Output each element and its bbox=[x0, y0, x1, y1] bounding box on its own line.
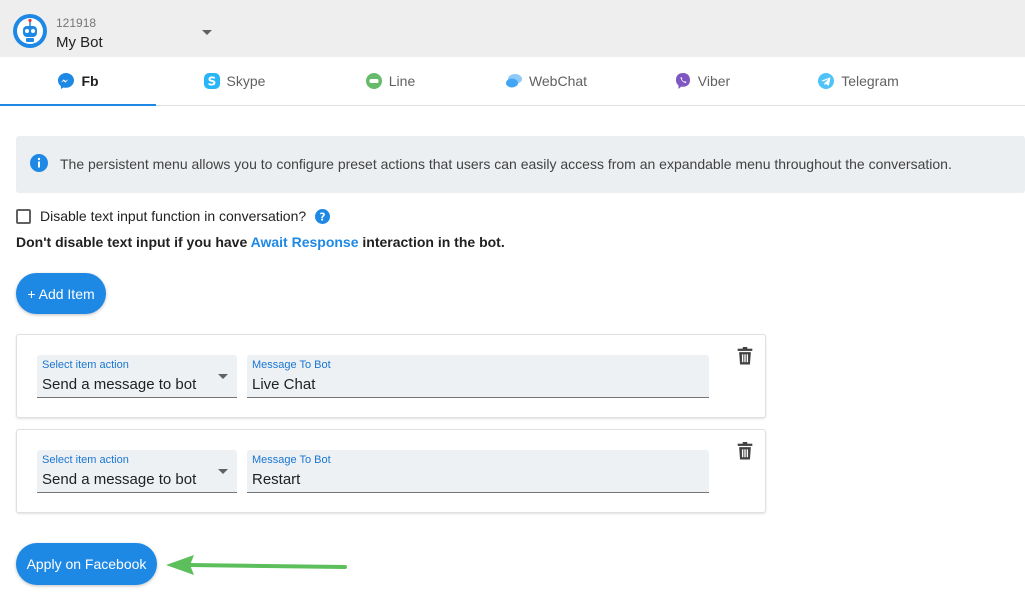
await-response-link[interactable]: Await Response bbox=[251, 234, 359, 250]
disable-input-checkbox[interactable] bbox=[16, 208, 31, 224]
persistent-menu-page: 121918 My Bot Fb S Skype Line WebChat Vi… bbox=[0, 0, 1025, 595]
disable-input-row: Disable text input function in conversat… bbox=[16, 207, 331, 225]
field-value: Send a message to bot bbox=[42, 471, 197, 488]
chevron-down-icon bbox=[202, 30, 212, 35]
warning-suffix: interaction in the bot. bbox=[358, 234, 505, 250]
field-value: Send a message to bot bbox=[42, 376, 197, 393]
tab-label: Fb bbox=[81, 73, 99, 89]
tab-skype[interactable]: S Skype bbox=[156, 57, 312, 105]
field-label: Select item action bbox=[42, 359, 129, 371]
channel-tabs: Fb S Skype Line WebChat Viber Telegram bbox=[0, 57, 1025, 106]
tab-webchat[interactable]: WebChat bbox=[468, 57, 624, 105]
field-label: Select item action bbox=[42, 454, 129, 466]
info-banner: The persistent menu allows you to config… bbox=[16, 136, 1025, 193]
tab-viber[interactable]: Viber bbox=[624, 57, 780, 105]
skype-icon: S bbox=[203, 73, 220, 89]
info-icon bbox=[30, 154, 48, 172]
tab-fb[interactable]: Fb bbox=[0, 57, 156, 106]
menu-item-card: Select item action Send a message to bot… bbox=[16, 429, 766, 513]
bot-avatar-icon bbox=[13, 14, 47, 48]
bot-name: My Bot bbox=[56, 34, 103, 51]
tab-line[interactable]: Line bbox=[312, 57, 468, 105]
tab-label: WebChat bbox=[528, 73, 588, 89]
help-icon[interactable]: ? bbox=[315, 208, 331, 224]
menu-item-card: Select item action Send a message to bot… bbox=[16, 334, 766, 418]
item-action-select[interactable]: Select item action Send a message to bot bbox=[37, 450, 237, 493]
warning-prefix: Don't disable text input if you have bbox=[16, 234, 251, 250]
item-action-select[interactable]: Select item action Send a message to bot bbox=[37, 355, 237, 398]
field-label: Message To Bot bbox=[252, 454, 331, 466]
messenger-icon bbox=[58, 73, 75, 89]
webchat-icon bbox=[505, 74, 522, 88]
disable-input-label: Disable text input function in conversat… bbox=[40, 208, 307, 224]
field-label: Message To Bot bbox=[252, 359, 331, 371]
tab-label: Line bbox=[388, 73, 416, 89]
telegram-icon bbox=[818, 73, 835, 89]
message-to-bot-input[interactable]: Message To Bot Live Chat bbox=[247, 355, 709, 398]
svg-text:S: S bbox=[207, 75, 216, 89]
bot-id: 121918 bbox=[56, 16, 97, 30]
field-value: Restart bbox=[252, 471, 301, 488]
tab-label: Telegram bbox=[841, 73, 899, 89]
apply-on-facebook-button[interactable]: Apply on Facebook bbox=[16, 543, 157, 585]
tab-telegram[interactable]: Telegram bbox=[780, 57, 936, 105]
svg-text:?: ? bbox=[320, 211, 326, 223]
add-item-button[interactable]: + Add Item bbox=[16, 273, 106, 314]
viber-icon bbox=[675, 73, 690, 89]
field-value: Live Chat bbox=[252, 376, 316, 393]
message-to-bot-input[interactable]: Message To Bot Restart bbox=[247, 450, 709, 493]
top-bar: 121918 My Bot bbox=[0, 0, 1025, 58]
annotation-arrow-icon bbox=[166, 555, 347, 575]
await-warning: Don't disable text input if you have Awa… bbox=[16, 234, 505, 250]
tab-label: Skype bbox=[226, 73, 266, 89]
line-icon bbox=[365, 73, 382, 89]
trash-icon[interactable] bbox=[737, 347, 753, 365]
trash-icon[interactable] bbox=[737, 442, 753, 460]
chevron-down-icon bbox=[218, 374, 228, 379]
info-text: The persistent menu allows you to config… bbox=[60, 156, 952, 172]
chevron-down-icon bbox=[218, 469, 228, 474]
bot-selector[interactable]: 121918 My Bot bbox=[6, 0, 221, 58]
tab-label: Viber bbox=[697, 73, 731, 89]
